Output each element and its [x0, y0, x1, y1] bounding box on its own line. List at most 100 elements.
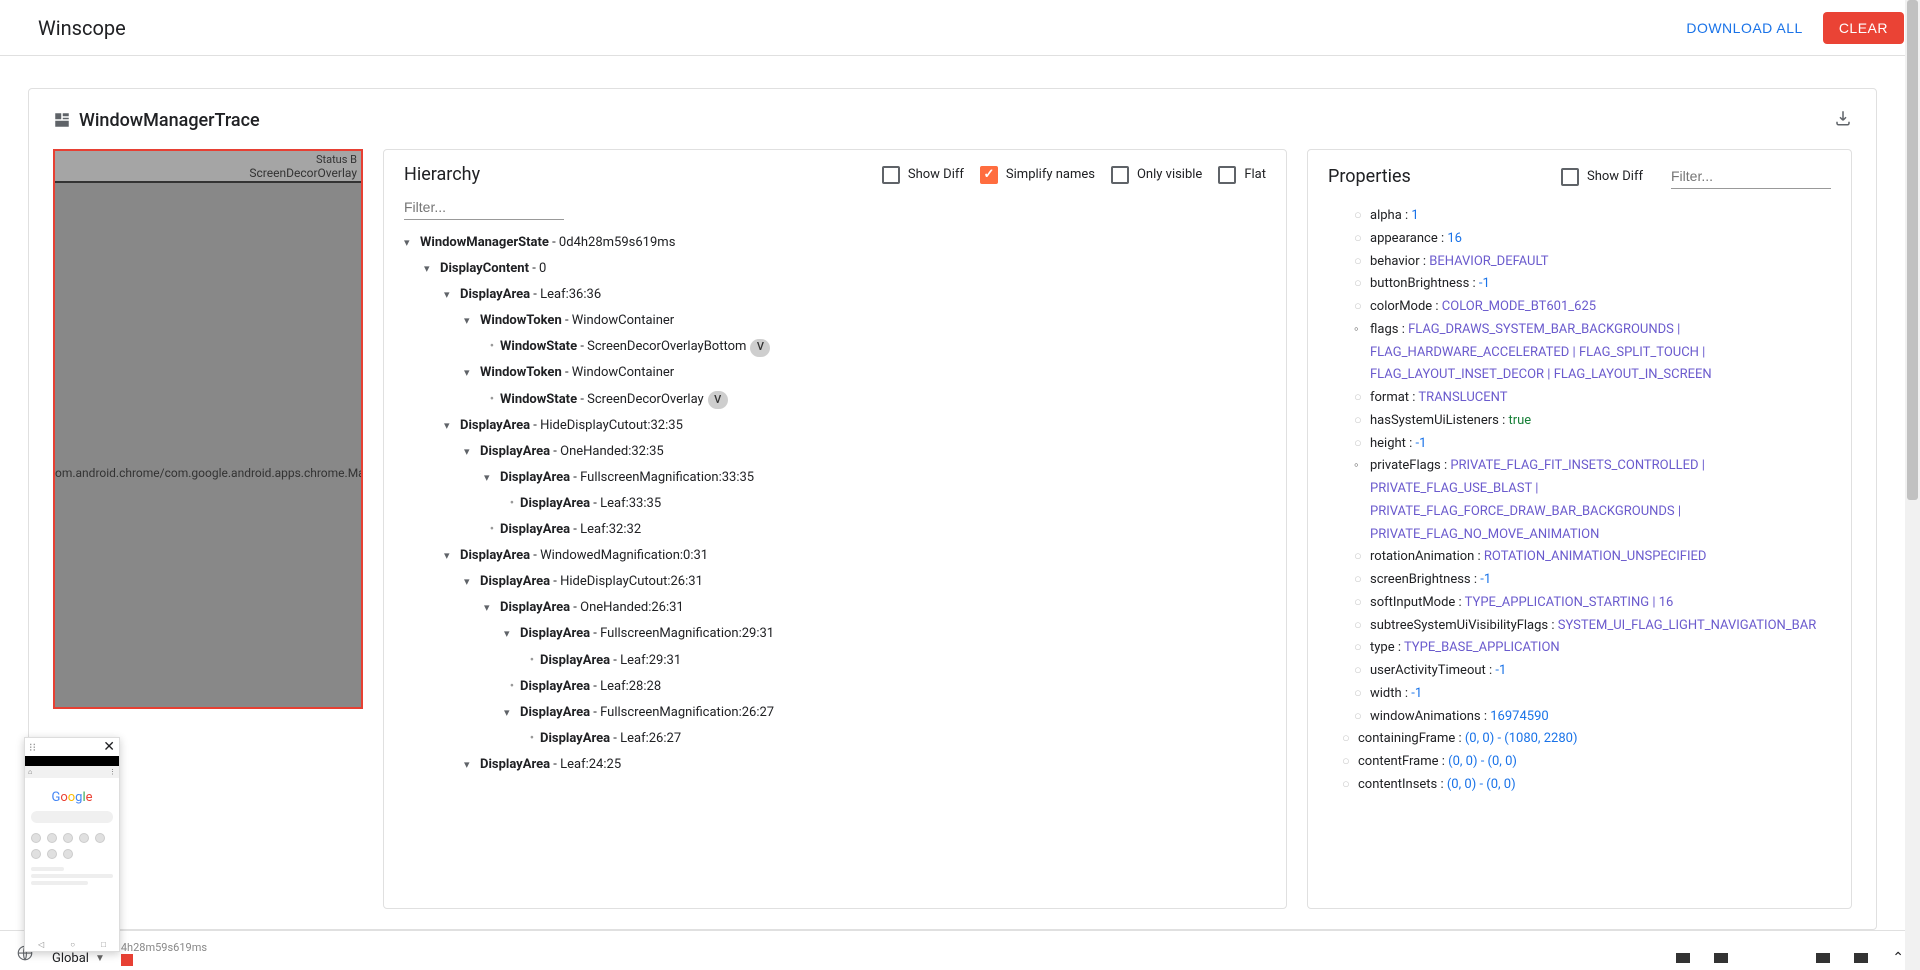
property-row[interactable]: ○colorMode : COLOR_MODE_BT601_625 [1354, 296, 1831, 319]
chevron-down-icon[interactable] [484, 597, 500, 619]
property-row[interactable]: ◦privateFlags : PRIVATE_FLAG_FIT_INSETS_… [1354, 455, 1831, 546]
property-value: -1 [1479, 276, 1490, 291]
preview-overlay-text: ScreenDecorOverlay [249, 166, 357, 180]
property-row[interactable]: ○height : -1 [1354, 433, 1831, 456]
tree-node[interactable]: WindowToken - WindowContainer [404, 360, 1266, 386]
node-suffix: - Leaf:36:36 [530, 287, 601, 302]
preview-canvas[interactable]: Status B ScreenDecorOverlay om.android.c… [53, 149, 363, 709]
mini-preview-window[interactable]: ⁝⁝ ✕ ⌂⋮ Google ◁○□ [24, 737, 120, 952]
property-row[interactable]: ○format : TRANSLUCENT [1354, 387, 1831, 410]
chevron-down-icon[interactable] [464, 754, 480, 776]
properties-filter-input[interactable] [1671, 164, 1831, 189]
chevron-down-icon[interactable] [424, 258, 440, 280]
chevron-down-icon[interactable] [464, 362, 480, 384]
node-suffix: - 0 [529, 261, 546, 276]
global-dropdown[interactable]: Global ▼ [52, 951, 105, 966]
property-row[interactable]: ○hasSystemUiListeners : true [1354, 410, 1831, 433]
node-suffix: - WindowContainer [562, 313, 674, 328]
bullet-icon: ○ [1354, 410, 1362, 433]
page-scrollbar[interactable] [1905, 0, 1920, 970]
download-icon[interactable] [1834, 109, 1852, 131]
property-row[interactable]: ○buttonBrightness : -1 [1354, 273, 1831, 296]
node-name: DisplayArea [460, 418, 530, 433]
properties-list[interactable]: ○alpha : 1○appearance : 16○behavior : BE… [1328, 205, 1831, 894]
close-icon[interactable]: ✕ [103, 739, 115, 755]
hierarchy-tree[interactable]: WindowManagerState - 0d4h28m59s619msDisp… [404, 230, 1266, 894]
tree-node[interactable]: WindowToken - WindowContainer [404, 308, 1266, 334]
chevron-down-icon[interactable] [464, 571, 480, 593]
property-row[interactable]: ○behavior : BEHAVIOR_DEFAULT [1354, 251, 1831, 274]
property-key: rotationAnimation : [1370, 549, 1484, 564]
properties-show-diff-checkbox[interactable]: Show Diff [1561, 168, 1643, 186]
bullet-icon: ○ [1354, 546, 1362, 569]
footer-chip-3[interactable] [1816, 953, 1830, 963]
bullet-icon: ○ [1354, 433, 1362, 456]
property-row[interactable]: ○containingFrame : (0, 0) - (1080, 2280) [1342, 728, 1831, 751]
tree-node[interactable]: DisplayArea - Leaf:28:28 [404, 674, 1266, 700]
chevron-down-icon[interactable] [464, 441, 480, 463]
property-row[interactable]: ○windowAnimations : 16974590 [1354, 706, 1831, 729]
property-row[interactable]: ○appearance : 16 [1354, 228, 1831, 251]
tree-node[interactable]: WindowManagerState - 0d4h28m59s619ms [404, 230, 1266, 256]
tree-node[interactable]: DisplayArea - HideDisplayCutout:32:35 [404, 413, 1266, 439]
property-row[interactable]: ○rotationAnimation : ROTATION_ANIMATION_… [1354, 546, 1831, 569]
property-key: hasSystemUiListeners : [1370, 413, 1508, 428]
property-row[interactable]: ○screenBrightness : -1 [1354, 569, 1831, 592]
chevron-down-icon[interactable] [504, 623, 520, 645]
show-diff-checkbox[interactable]: Show Diff [882, 166, 964, 184]
node-name: DisplayArea [520, 705, 590, 720]
clear-button[interactable]: CLEAR [1823, 12, 1904, 44]
chevron-down-icon[interactable] [504, 702, 520, 724]
tree-node[interactable]: DisplayArea - HideDisplayCutout:26:31 [404, 569, 1266, 595]
footer-chip-2[interactable] [1714, 953, 1728, 963]
scrollbar-thumb[interactable] [1907, 0, 1918, 500]
property-row[interactable]: ○contentInsets : (0, 0) - (0, 0) [1342, 774, 1831, 797]
property-row[interactable]: ○softInputMode : TYPE_APPLICATION_STARTI… [1354, 592, 1831, 615]
chevron-down-icon[interactable] [404, 232, 420, 254]
footer-chip-1[interactable] [1676, 953, 1690, 963]
flat-checkbox[interactable]: Flat [1218, 166, 1266, 184]
tree-node[interactable]: DisplayArea - FullscreenMagnification:29… [404, 621, 1266, 647]
tree-node[interactable]: WindowState - ScreenDecorOverlayV [404, 387, 1266, 413]
tree-node[interactable]: DisplayArea - Leaf:32:32 [404, 517, 1266, 543]
chevron-down-icon[interactable] [484, 467, 500, 489]
property-row[interactable]: ○userActivityTimeout : -1 [1354, 660, 1831, 683]
property-row[interactable]: ○alpha : 1 [1354, 205, 1831, 228]
tree-node[interactable]: DisplayArea - Leaf:29:31 [404, 648, 1266, 674]
download-all-button[interactable]: DOWNLOAD ALL [1674, 12, 1814, 44]
tree-node[interactable]: WindowState - ScreenDecorOverlayBottomV [404, 334, 1266, 360]
tree-node[interactable]: DisplayArea - Leaf:24:25 [404, 752, 1266, 778]
tree-node[interactable]: DisplayArea - FullscreenMagnification:26… [404, 700, 1266, 726]
node-name: DisplayArea [480, 757, 550, 772]
tree-node[interactable]: DisplayArea - WindowedMagnification:0:31 [404, 543, 1266, 569]
node-suffix: - Leaf:28:28 [590, 679, 661, 694]
chevron-up-icon[interactable]: ⌃ [1892, 950, 1904, 966]
property-row[interactable]: ○subtreeSystemUiVisibilityFlags : SYSTEM… [1354, 615, 1831, 638]
property-row[interactable]: ○contentFrame : (0, 0) - (0, 0) [1342, 751, 1831, 774]
tree-node[interactable]: DisplayArea - OneHanded:32:35 [404, 439, 1266, 465]
chevron-down-icon[interactable] [444, 545, 460, 567]
tree-node[interactable]: DisplayArea - FullscreenMagnification:33… [404, 465, 1266, 491]
tree-node[interactable]: DisplayContent - 0 [404, 256, 1266, 282]
property-row[interactable]: ○width : -1 [1354, 683, 1831, 706]
drag-handle-icon[interactable]: ⁝⁝ [29, 741, 36, 754]
property-value: TYPE_BASE_APPLICATION [1404, 640, 1560, 655]
property-row[interactable]: ○type : TYPE_BASE_APPLICATION [1354, 637, 1831, 660]
tree-node[interactable]: DisplayArea - Leaf:36:36 [404, 282, 1266, 308]
simplify-names-checkbox[interactable]: Simplify names [980, 166, 1095, 184]
chevron-down-icon[interactable] [444, 284, 460, 306]
chevron-down-icon[interactable] [464, 310, 480, 332]
hierarchy-filter-input[interactable] [404, 195, 564, 220]
record-indicator[interactable] [121, 954, 133, 966]
footer-chip-4[interactable] [1854, 953, 1868, 963]
tree-node[interactable]: DisplayArea - OneHanded:26:31 [404, 595, 1266, 621]
property-row[interactable]: ◦flags : FLAG_DRAWS_SYSTEM_BAR_BACKGROUN… [1354, 319, 1831, 387]
node-suffix: - Leaf:33:35 [590, 496, 661, 511]
node-name: DisplayArea [540, 653, 610, 668]
node-name: DisplayArea [500, 600, 570, 615]
bullet-icon [504, 676, 520, 698]
tree-node[interactable]: DisplayArea - Leaf:33:35 [404, 491, 1266, 517]
only-visible-checkbox[interactable]: Only visible [1111, 166, 1202, 184]
tree-node[interactable]: DisplayArea - Leaf:26:27 [404, 726, 1266, 752]
chevron-down-icon[interactable] [444, 415, 460, 437]
